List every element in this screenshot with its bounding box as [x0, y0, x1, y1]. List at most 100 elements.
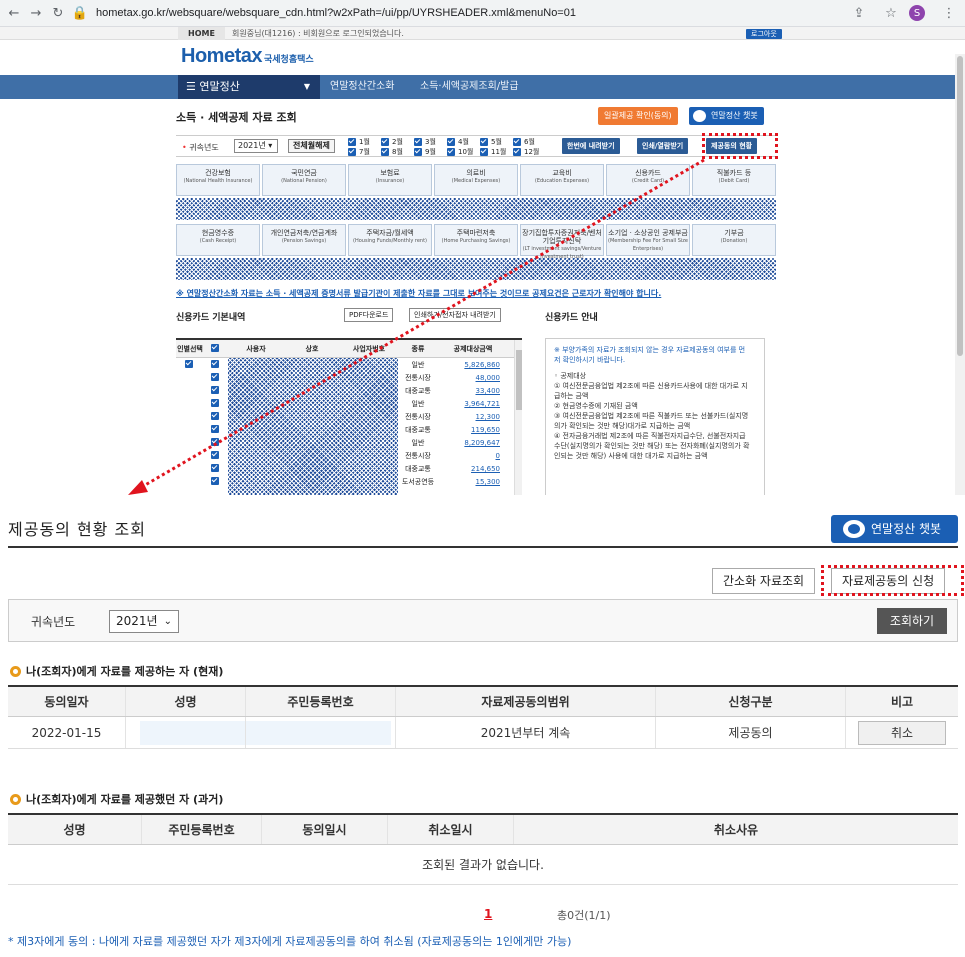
table-scrollbar[interactable] — [514, 340, 522, 495]
amount-link[interactable]: 12,300 — [438, 413, 508, 421]
checkbox-checked-icon — [210, 463, 219, 472]
gnb-menu-year-end[interactable]: ☰ 연말정산 ▼ — [178, 75, 320, 99]
home-tab[interactable]: HOME — [178, 27, 225, 40]
print-download-button[interactable]: 인쇄하기/전자접자 내려받기 — [409, 308, 501, 322]
col-amount: 공제대상금액 — [453, 344, 493, 353]
month-checkbox[interactable]: 2월 — [381, 137, 414, 146]
search-button[interactable]: 조회하기 — [877, 608, 947, 634]
third-party-footnote: * 제3자에게 동의 : 나에게 자료를 제공했던 자가 제3자에게 자료제공동… — [8, 935, 572, 948]
category-donation[interactable]: 기부금 (Donation) — [692, 224, 776, 256]
logout-button[interactable]: 로그아웃 — [746, 29, 782, 39]
amount-link[interactable]: 33,400 — [438, 387, 508, 395]
masked-name — [140, 720, 245, 745]
consent-page-title: 제공동의 현황 조회 — [8, 520, 146, 539]
reload-icon[interactable]: ↻ — [50, 5, 66, 21]
forward-icon[interactable]: → — [28, 5, 44, 21]
credit-card-guide: 신용카드 안내 ※ 부양가족의 자료가 조회되지 않는 경우 자료제공동의 여부… — [545, 310, 765, 495]
download-all-button[interactable]: 한번에 내려받기 — [562, 138, 620, 154]
deselect-all-months-button[interactable]: 전체월해제 — [288, 139, 335, 153]
category-home-savings[interactable]: 주택마련저축 (Home Purchasing Savings) — [434, 224, 518, 256]
year-select[interactable]: 2021년 ▾ — [234, 139, 278, 153]
table-header: 동의일자 성명 주민등록번호 자료제공동의범위 신청구분 비고 — [8, 687, 958, 717]
category-lt-investment[interactable]: 장기집합투자증권저축/벤처기업투자신탁 (LT investment saving… — [520, 224, 604, 260]
month-checkbox[interactable]: 7월 — [348, 147, 381, 156]
category-health-insurance[interactable]: 건강보험 (National Health Insurance) — [176, 164, 260, 196]
category-medical[interactable]: 의료비 (Medical Expenses) — [434, 164, 518, 196]
category-pension-savings[interactable]: 개인연금저축/연금계좌 (Pension Savings) — [262, 224, 346, 256]
bookmark-star-icon[interactable]: ☆ — [883, 5, 899, 21]
back-icon[interactable]: ← — [6, 5, 22, 21]
chatbot-label: 연말정산 챗봇 — [871, 522, 942, 536]
pagination-page-1[interactable]: 1 — [484, 907, 492, 921]
category-national-pension[interactable]: 국민연금 (National Pension) — [262, 164, 346, 196]
simplified-data-button[interactable]: 간소화 자료조회 — [712, 568, 816, 594]
amount-link[interactable]: 8,209,647 — [438, 439, 508, 447]
month-checkbox[interactable]: 10월 — [447, 147, 480, 156]
checkbox-checked-icon — [480, 147, 488, 156]
guide-line: ① 여신전문금융업법 제2조에 따른 신용카드사용에 대한 대가로 지급하는 금… — [554, 382, 748, 400]
amount-link[interactable]: 15,300 — [438, 478, 508, 486]
col-remarks: 비고 — [890, 695, 914, 709]
profile-avatar[interactable]: S — [909, 5, 925, 21]
checkbox-checked-icon — [210, 476, 219, 485]
search-panel: 귀속년도 2021년 ⌄ 조회하기 — [8, 599, 958, 642]
col-cancel-time: 취소일시 — [388, 815, 514, 844]
annotation-highlight-consent-status — [702, 133, 778, 159]
category-housing-funds[interactable]: 주택자금/월세액 (Housing Funds/Monthly rent) — [348, 224, 432, 256]
menu-kebab-icon[interactable]: ⋮ — [941, 5, 957, 21]
browser-toolbar: ← → ↻ 🔒 hometax.go.kr/websquare/websquar… — [0, 0, 965, 27]
amount-link[interactable]: 5,826,860 — [438, 361, 508, 369]
gnb-item-deduction-view[interactable]: 소득·세액공제조회/발급 — [420, 75, 519, 99]
month-checkbox[interactable]: 12월 — [513, 147, 546, 156]
checkbox-checked-icon — [414, 147, 422, 156]
category-debit-card[interactable]: 직불카드 등 (Debit Card) — [692, 164, 776, 196]
gnb-first-label: 연말정산 — [199, 80, 240, 93]
menu-icon: ☰ — [186, 80, 200, 93]
share-icon[interactable]: ⇪ — [851, 5, 867, 21]
amount-link[interactable]: 119,650 — [438, 426, 508, 434]
col-request-type: 신청구분 — [656, 687, 846, 716]
checkbox-checked-icon — [210, 437, 219, 446]
amount-link[interactable]: 214,650 — [438, 465, 508, 473]
checkbox-checked-icon — [381, 137, 389, 146]
page-scrollbar[interactable] — [955, 54, 965, 495]
lock-icon[interactable]: 🔒 — [72, 5, 88, 21]
address-bar[interactable]: hometax.go.kr/websquare/websquare_cdn.ht… — [96, 7, 576, 19]
checkbox-checked-icon — [348, 147, 356, 156]
amount-link[interactable]: 0 — [438, 452, 508, 460]
month-checkbox[interactable]: 6월 — [513, 137, 546, 146]
hometax-logo[interactable]: Hometax 국세청홈택스 — [181, 45, 314, 68]
deduction-notice-link[interactable]: ※ 연말정산간소화 자료는 소득 · 세액공제 증명서류 발급기관이 제출한 자… — [176, 288, 661, 299]
scope-cell: 2021년부터 계속 — [396, 717, 656, 748]
search-year-select[interactable]: 2021년 ⌄ — [109, 610, 179, 633]
month-checkbox[interactable]: 9월 — [414, 147, 447, 156]
month-checkbox[interactable]: 5월 — [480, 137, 513, 146]
month-checkbox[interactable]: 1월 — [348, 137, 381, 146]
table-header: 성명 주민등록번호 동의일시 취소일시 취소사유 — [8, 815, 958, 845]
month-checkbox[interactable]: 3월 — [414, 137, 447, 146]
month-checkbox[interactable]: 4월 — [447, 137, 480, 146]
past-providers-title: 나(조회자)에게 자료를 제공했던 자 (과거) — [10, 791, 223, 807]
category-cash-receipt[interactable]: 현금영수증 (Cash Receipt) — [176, 224, 260, 256]
month-checkbox[interactable]: 11월 — [480, 147, 513, 156]
checkbox-checked-icon — [210, 411, 219, 420]
deduction-categories: 건강보험 (National Health Insurance) 국민연금 (Nat… — [176, 164, 776, 284]
chatbot-button[interactable]: 연말정산 챗봇 — [831, 515, 958, 543]
current-providers-table: 동의일자 성명 주민등록번호 자료제공동의범위 신청구분 비고 2022-01-… — [8, 685, 958, 749]
category-small-business[interactable]: 소기업 · 소상공인 공제부금 (Membership Fee For Small… — [606, 224, 690, 256]
print-view-button[interactable]: 인쇄/열람받기 — [637, 138, 689, 154]
pdf-download-button[interactable]: PDF다운로드 — [344, 308, 394, 322]
bulk-consent-button[interactable]: 일괄제공 확인(동의) — [598, 107, 678, 125]
amount-link[interactable]: 3,964,721 — [438, 400, 508, 408]
header-checkbox[interactable] — [204, 343, 228, 354]
cancel-consent-button[interactable]: 취소 — [858, 720, 946, 745]
category-insurance[interactable]: 보험료 (Insurance) — [348, 164, 432, 196]
month-checkbox[interactable]: 8월 — [381, 147, 414, 156]
chatbot-button-small[interactable]: 연말정산 챗봇 — [689, 107, 764, 125]
category-credit-card[interactable]: 신용카드 (Credit Card) — [606, 164, 690, 196]
chatbot-icon — [843, 520, 865, 538]
global-navigation: ☰ 연말정산 ▼ 연말정산간소화 소득·세액공제조회/발급 — [0, 75, 965, 99]
amount-link[interactable]: 48,000 — [438, 374, 508, 382]
gnb-item-simplified[interactable]: 연말정산간소화 — [330, 75, 394, 99]
category-education[interactable]: 교육비 (Education Expenses) — [520, 164, 604, 196]
